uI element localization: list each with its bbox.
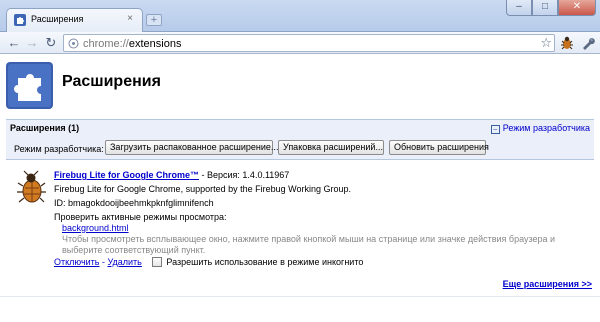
url-scheme: chrome:// [83,38,129,50]
tab-title: Расширения [31,14,84,24]
url-path: extensions [128,38,182,50]
extension-actions: Отключить - Удалить Разрешить использова… [54,257,363,267]
load-unpacked-button[interactable]: Загрузить распакованное расширение... [105,140,278,155]
more-extensions-link[interactable]: Еще расширения >> [503,279,592,289]
puzzle-icon [6,62,53,109]
developer-mode-toggle[interactable]: − Режим разработчика [490,123,590,134]
minimize-button[interactable]: – [506,0,532,16]
reload-button[interactable]: ↻ [43,35,59,51]
extension-name-link[interactable]: Firebug Lite for Google Chrome™ [54,170,199,180]
extensions-count: Расширения (1) [10,123,80,133]
incognito-checkbox[interactable] [152,257,163,267]
developer-mode-row: Режим разработчика: Загрузить распакован… [6,136,594,160]
firebug-icon [17,170,46,203]
page-title: Расширения [62,73,161,90]
action-separator: - [99,257,108,267]
extensions-header-bar: Расширения (1) − Режим разработчика [6,119,594,136]
collapse-icon: − [490,125,500,134]
back-button[interactable]: ← [6,35,22,51]
developer-mode-label: Режим разработчика: [14,144,104,154]
disable-link[interactable]: Отключить [54,257,100,267]
update-extensions-button[interactable]: Обновить расширения [389,140,489,155]
url-text: chrome://extensions [83,38,181,50]
extension-description: Firebug Lite for Google Chrome, supporte… [54,184,351,194]
browser-toolbar: ← → ↻ chrome://extensions ☆ [0,32,600,54]
tab-extensions[interactable]: Расширения × [6,8,143,32]
new-tab-button[interactable]: + [146,14,162,26]
extension-version: - Версия: 1.4.0.11967 [199,170,290,180]
popup-inspect-hint: Чтобы просмотреть всплывающее окно, нажм… [62,234,556,255]
pack-extension-button[interactable]: Упаковка расширений... [278,140,384,155]
divider [0,296,600,297]
wrench-icon[interactable] [580,35,596,51]
star-icon[interactable]: ☆ [540,36,552,50]
firebug-toolbar-icon[interactable] [559,35,575,51]
address-bar[interactable]: chrome://extensions ☆ [63,34,555,52]
background-page-link[interactable]: background.html [62,223,129,233]
puzzle-icon [14,14,26,26]
incognito-label[interactable]: Разрешить использование в режиме инкогни… [166,257,363,267]
window-controls: – □ ✕ [506,0,596,16]
title-bar: Расширения × + – □ ✕ [0,0,600,32]
close-window-button[interactable]: ✕ [558,0,596,16]
remove-link[interactable]: Удалить [108,257,142,267]
maximize-button[interactable]: □ [532,0,558,16]
tab-close-button[interactable]: × [124,13,136,25]
inspect-views-label: Проверить активные режимы просмотра: [54,212,227,222]
forward-button[interactable]: → [24,35,40,51]
extension-id: ID: bmagokdooijbeehmkpknfglimnifench [54,198,214,208]
extension-title-line: Firebug Lite for Google Chrome™ - Версия… [54,170,289,180]
page-icon [68,38,79,49]
developer-mode-toggle-label: Режим разработчика [502,123,590,133]
